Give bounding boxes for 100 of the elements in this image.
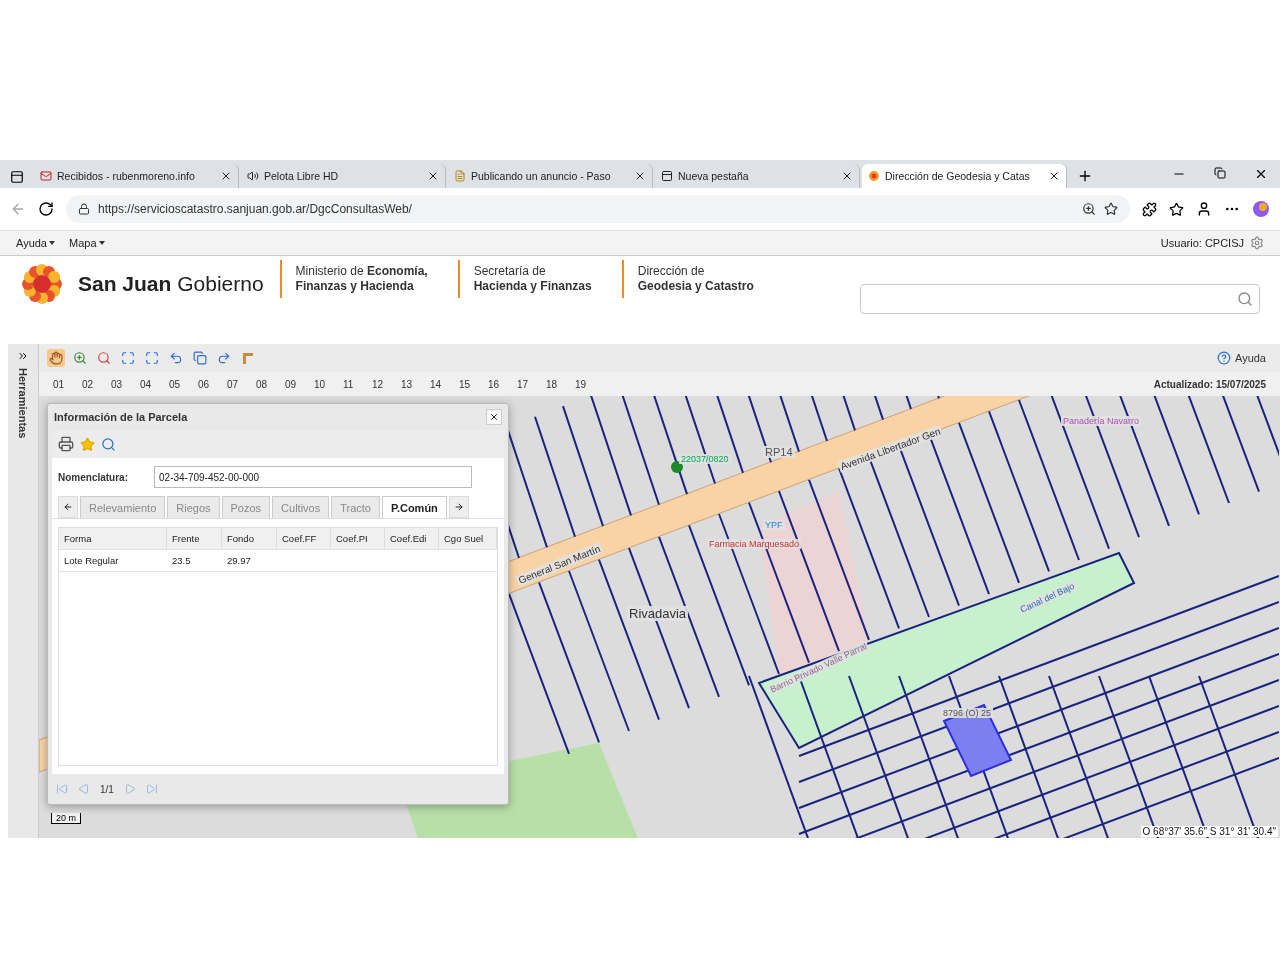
close-icon[interactable] bbox=[427, 170, 439, 182]
map-label: Rivadavia bbox=[627, 606, 689, 621]
page-icon bbox=[661, 170, 673, 182]
layer-number[interactable]: 04 bbox=[140, 378, 169, 390]
layer-number[interactable]: 11 bbox=[343, 378, 372, 390]
brand-name: San Juan Gobierno bbox=[78, 272, 264, 296]
layer-number[interactable]: 10 bbox=[314, 378, 343, 390]
restore-icon[interactable] bbox=[1214, 167, 1226, 179]
layer-number[interactable]: 06 bbox=[198, 378, 227, 390]
layer-number[interactable]: 05 bbox=[169, 378, 198, 390]
back-icon[interactable] bbox=[10, 201, 26, 217]
favorites-icon[interactable] bbox=[1169, 201, 1184, 217]
column-header[interactable]: Coef.FF bbox=[277, 528, 331, 549]
column-header[interactable]: Coef.PI bbox=[331, 528, 385, 549]
dialog-title: Información de la Parcela bbox=[54, 411, 188, 423]
help-button[interactable]: Ayuda bbox=[1211, 350, 1272, 366]
frame-button[interactable] bbox=[191, 349, 209, 367]
table-cell-text: 23.5 bbox=[171, 554, 192, 568]
layer-number[interactable]: 01 bbox=[53, 378, 82, 390]
ruler-icon bbox=[241, 351, 255, 365]
star-icon[interactable] bbox=[1104, 202, 1118, 216]
zoom-in-button[interactable] bbox=[71, 349, 89, 367]
zoom-out-button[interactable] bbox=[95, 349, 113, 367]
update-date: Actualizado: 15/07/2025 bbox=[1153, 378, 1266, 390]
close-icon[interactable] bbox=[634, 170, 646, 182]
settings-icon[interactable] bbox=[1250, 236, 1264, 250]
layer-number[interactable]: 03 bbox=[111, 378, 140, 390]
page-indicator: 1/1 bbox=[100, 783, 114, 795]
map-label: Farmacia Marquesado bbox=[707, 539, 802, 549]
layer-number[interactable]: 12 bbox=[372, 378, 401, 390]
layer-number[interactable]: 15 bbox=[459, 378, 488, 390]
profile-icon[interactable] bbox=[1196, 201, 1212, 217]
layer-number[interactable]: 18 bbox=[546, 378, 575, 390]
copilot-logo-icon[interactable] bbox=[1252, 200, 1270, 218]
layer-number[interactable]: 16 bbox=[488, 378, 517, 390]
close-icon[interactable] bbox=[1254, 167, 1268, 181]
new-tab-icon[interactable] bbox=[1077, 168, 1093, 184]
mail-icon bbox=[40, 170, 52, 182]
flower-logo-icon bbox=[20, 262, 64, 306]
menu-item[interactable]: Mapa bbox=[69, 237, 105, 249]
extension-icon[interactable] bbox=[1142, 201, 1157, 217]
column-header[interactable]: Frente bbox=[167, 528, 222, 549]
column-header[interactable]: Fondo bbox=[222, 528, 277, 549]
field-label: Nomenclatura: bbox=[58, 471, 128, 483]
close-button[interactable] bbox=[486, 409, 502, 425]
caret-icon bbox=[98, 241, 105, 245]
map-label: Panadería Navarro bbox=[1061, 416, 1142, 426]
menu-item[interactable]: Ayuda bbox=[16, 237, 55, 249]
flower-logo-icon bbox=[868, 170, 880, 182]
map-label: RP14 bbox=[763, 446, 795, 458]
arrow-left-icon bbox=[63, 502, 73, 512]
close-icon bbox=[489, 412, 499, 422]
tab-actions-icon[interactable] bbox=[10, 170, 24, 184]
scroll-right-button[interactable] bbox=[448, 496, 469, 518]
search-icon[interactable] bbox=[1237, 291, 1253, 307]
speaker-icon bbox=[247, 170, 259, 182]
scale-bar: 20 m bbox=[51, 813, 81, 824]
nomenclature-field[interactable]: 02-34-709-452-00-000 bbox=[154, 466, 472, 488]
side-panel-title[interactable]: Herramientas bbox=[17, 368, 29, 439]
zoom-icon[interactable] bbox=[1082, 202, 1096, 216]
print-icon[interactable] bbox=[58, 436, 74, 452]
agency-block: Secretaría de Hacienda y Finanzas bbox=[457, 260, 606, 298]
close-icon[interactable] bbox=[220, 170, 232, 182]
arrow-right-icon bbox=[453, 502, 464, 512]
extent-button[interactable] bbox=[119, 349, 137, 367]
layer-number[interactable]: 07 bbox=[227, 378, 256, 390]
scroll-left-button[interactable] bbox=[58, 496, 78, 518]
caret-icon bbox=[49, 241, 55, 245]
browser-tab[interactable]: Dirección de Geodesia y Catas bbox=[862, 164, 1067, 188]
expand-icon[interactable] bbox=[17, 350, 29, 362]
column-header[interactable]: Coef.Edi bbox=[385, 528, 439, 549]
reload-icon[interactable] bbox=[38, 201, 54, 217]
layer-number[interactable]: 02 bbox=[82, 378, 111, 390]
map-label: YPF bbox=[763, 520, 785, 530]
close-icon[interactable] bbox=[1048, 170, 1060, 182]
layer-number[interactable]: 14 bbox=[430, 378, 459, 390]
lock-icon bbox=[78, 203, 90, 215]
search-icon[interactable] bbox=[101, 436, 116, 452]
close-icon[interactable] bbox=[841, 170, 853, 182]
layer-number[interactable]: 19 bbox=[575, 378, 604, 390]
column-header[interactable]: Forma bbox=[59, 528, 167, 549]
help-icon bbox=[1217, 351, 1231, 365]
map-label: 22037/0820 bbox=[679, 454, 731, 464]
full-extent-button[interactable] bbox=[143, 349, 161, 367]
table-cell-text: 29.97 bbox=[226, 554, 252, 568]
agency-block: Dirección de Geodesia y Catastro bbox=[621, 260, 768, 298]
layer-number[interactable]: 08 bbox=[256, 378, 285, 390]
pan-button[interactable] bbox=[47, 349, 65, 367]
layer-number[interactable]: 09 bbox=[285, 378, 314, 390]
map-label: 8796 (O) 25 bbox=[941, 708, 994, 718]
column-header[interactable]: Cgo Suel bbox=[439, 528, 497, 549]
star-icon[interactable] bbox=[80, 436, 95, 452]
agency-block: Ministerio de Economía, Finanzas y Hacienda bbox=[279, 260, 442, 298]
address-bar[interactable]: https://servicioscatastro.sanjuan.gob.ar/DgcConsultasWeb/ bbox=[66, 195, 1130, 223]
table-cell-text: Lote Regular bbox=[63, 554, 120, 568]
search-field[interactable] bbox=[860, 284, 1260, 314]
layer-number[interactable]: 13 bbox=[401, 378, 430, 390]
dialog-tab[interactable]: P.Común bbox=[382, 496, 447, 518]
coordinates-text: O 68°37' 35.6" S 31° 31' 30.4" bbox=[1140, 826, 1278, 837]
layer-number[interactable]: 17 bbox=[517, 378, 546, 390]
